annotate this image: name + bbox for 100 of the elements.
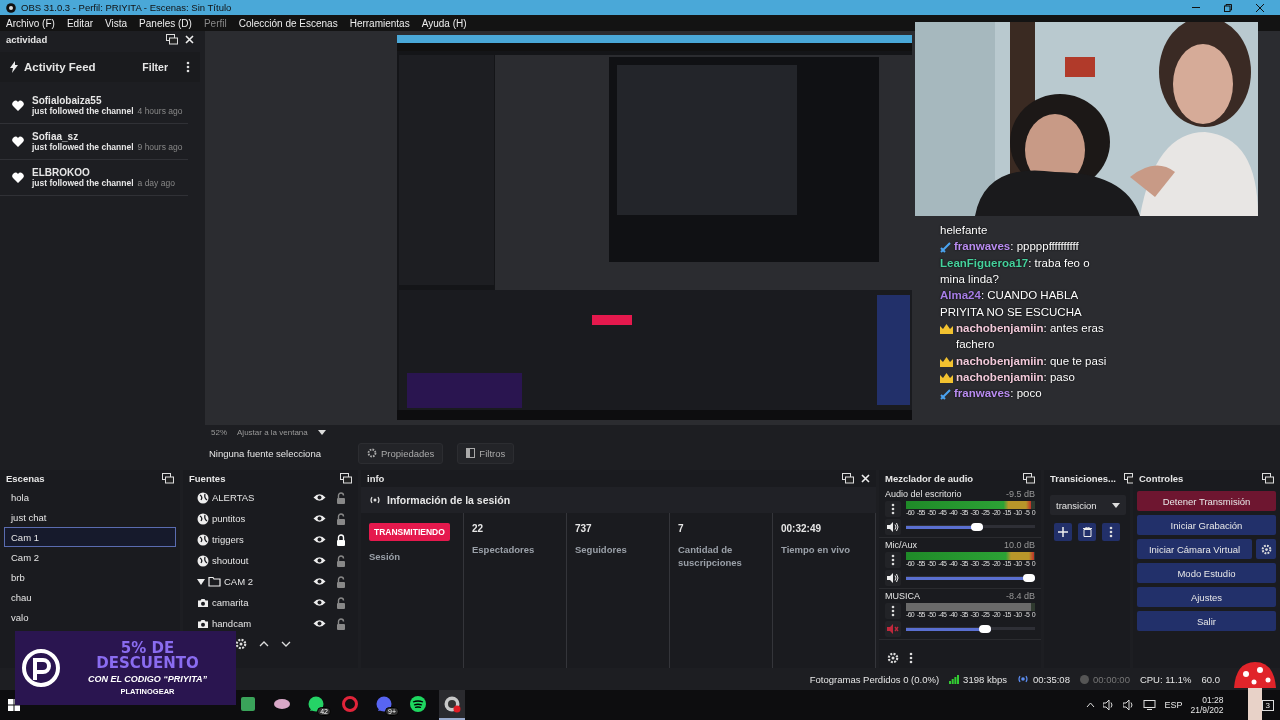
mute-button[interactable] bbox=[885, 570, 901, 586]
speaker-icon[interactable] bbox=[1103, 700, 1116, 710]
speaker-icon bbox=[887, 573, 899, 583]
unlock-icon[interactable] bbox=[336, 596, 346, 609]
float-icon[interactable] bbox=[162, 473, 174, 484]
gear-icon bbox=[367, 448, 377, 458]
close-icon[interactable] bbox=[1256, 3, 1264, 12]
more-icon[interactable] bbox=[186, 61, 190, 73]
notifications-button[interactable]: 3 bbox=[1261, 699, 1274, 711]
menu-item[interactable]: Archivo (F) bbox=[0, 17, 61, 29]
control-button[interactable]: Modo Estudio bbox=[1137, 563, 1276, 583]
transition-dropdown[interactable]: transicion bbox=[1050, 495, 1126, 515]
eye-icon[interactable] bbox=[313, 535, 326, 544]
settings-icon[interactable] bbox=[235, 638, 247, 650]
volume-slider[interactable] bbox=[906, 625, 1035, 633]
caret-down-icon bbox=[1112, 502, 1120, 508]
unlock-icon[interactable] bbox=[336, 491, 346, 504]
channel-menu-button[interactable] bbox=[885, 603, 901, 619]
globe-icon bbox=[197, 533, 209, 546]
menu-item[interactable]: Paneles (D) bbox=[133, 17, 198, 29]
filters-button[interactable]: Filtros bbox=[457, 442, 515, 464]
move-up-icon[interactable] bbox=[259, 641, 269, 647]
mixer-settings-icon[interactable] bbox=[887, 652, 899, 664]
channel-name: MUSICA bbox=[885, 591, 920, 601]
speaker-icon[interactable] bbox=[1123, 700, 1136, 710]
eye-icon[interactable] bbox=[313, 514, 326, 523]
stat-value: 737 bbox=[575, 523, 593, 534]
language-indicator[interactable]: ESP bbox=[1164, 700, 1183, 710]
properties-button[interactable]: Propiedades bbox=[358, 442, 444, 464]
menu-item[interactable]: Herramientas bbox=[343, 17, 416, 29]
float-icon[interactable] bbox=[340, 473, 352, 484]
channel-menu-button[interactable] bbox=[885, 552, 901, 568]
volume-reading: 10.0 dB bbox=[1003, 540, 1035, 550]
camera-icon bbox=[197, 597, 209, 608]
clock-time[interactable]: 01:28 bbox=[1202, 695, 1224, 705]
scene-item[interactable]: Cam 2 bbox=[4, 547, 176, 567]
source-item[interactable]: handcam bbox=[183, 613, 358, 634]
control-button[interactable]: Iniciar Grabación bbox=[1137, 515, 1276, 535]
eye-icon[interactable] bbox=[313, 577, 326, 586]
menu-item[interactable]: Editar bbox=[60, 17, 100, 29]
unlock-icon[interactable] bbox=[336, 512, 346, 525]
stop-stream-button[interactable]: Detener Transmisión bbox=[1137, 491, 1276, 511]
eye-icon[interactable] bbox=[313, 556, 326, 565]
dock-title: Fuentes bbox=[189, 473, 226, 484]
delete-button[interactable] bbox=[1078, 523, 1096, 541]
source-item[interactable]: ALERTAS bbox=[183, 487, 358, 508]
scene-item[interactable]: just chat bbox=[4, 507, 176, 527]
globe-icon bbox=[197, 554, 209, 567]
filter-icon bbox=[466, 448, 476, 458]
chevron-up-icon[interactable] bbox=[1086, 702, 1096, 708]
float-icon[interactable] bbox=[166, 34, 178, 45]
folder-icon bbox=[208, 576, 221, 587]
filter-button[interactable]: Filter bbox=[142, 61, 168, 73]
menu-item[interactable]: Colección de Escenas bbox=[232, 17, 344, 29]
float-icon[interactable] bbox=[1262, 473, 1274, 484]
feed-title: Activity Feed bbox=[24, 61, 97, 73]
volume-slider[interactable] bbox=[906, 574, 1035, 582]
eye-icon[interactable] bbox=[313, 598, 326, 607]
volume-slider[interactable] bbox=[906, 523, 1035, 531]
add-button[interactable] bbox=[1054, 523, 1072, 541]
control-button[interactable]: Iniciar Cámara Virtual bbox=[1137, 539, 1252, 559]
bitrate: 3198 kbps bbox=[963, 673, 1007, 685]
source-item[interactable]: CAM 2 bbox=[183, 571, 358, 592]
minimize-icon[interactable] bbox=[1192, 6, 1200, 9]
more-icon[interactable] bbox=[909, 652, 913, 664]
eye-icon[interactable] bbox=[313, 493, 326, 502]
unlock-icon[interactable] bbox=[336, 617, 346, 630]
more-button[interactable] bbox=[1102, 523, 1120, 541]
scene-item[interactable]: brb bbox=[4, 567, 176, 587]
eye-icon[interactable] bbox=[313, 619, 326, 628]
float-icon[interactable] bbox=[1023, 473, 1035, 484]
menu-item[interactable]: Vista bbox=[99, 17, 134, 29]
unlock-icon[interactable] bbox=[336, 575, 346, 588]
taskbar-button[interactable] bbox=[439, 690, 465, 720]
network-icon[interactable] bbox=[1143, 700, 1157, 710]
float-icon[interactable] bbox=[842, 473, 854, 484]
source-item[interactable]: triggers bbox=[183, 529, 358, 550]
settings-button[interactable] bbox=[1256, 539, 1276, 559]
source-item[interactable]: puntitos bbox=[183, 508, 358, 529]
channel-menu-button[interactable] bbox=[885, 501, 901, 517]
source-item[interactable]: camarita bbox=[183, 592, 358, 613]
clock-date[interactable]: 21/9/202 bbox=[1190, 705, 1224, 715]
mute-button[interactable] bbox=[885, 519, 901, 535]
restore-icon[interactable] bbox=[1224, 3, 1232, 12]
unlock-icon[interactable] bbox=[336, 554, 346, 567]
scene-item[interactable]: chau bbox=[4, 587, 176, 607]
chat-message: nachobenjamiin: que te pasi bbox=[956, 353, 1107, 369]
dock-title: Mezclador de audio bbox=[885, 473, 974, 484]
stat-value: 7 bbox=[678, 523, 685, 534]
scene-item[interactable]: valo bbox=[4, 607, 176, 627]
menu-item[interactable]: Ayuda (H) bbox=[415, 17, 473, 29]
control-button[interactable]: Salir bbox=[1137, 611, 1276, 631]
control-button[interactable]: Ajustes bbox=[1137, 587, 1276, 607]
move-down-icon[interactable] bbox=[281, 641, 291, 647]
scene-item[interactable]: Cam 1 bbox=[4, 527, 176, 547]
fit-dropdown[interactable]: Ajustar a la ventana bbox=[237, 427, 326, 437]
lock-icon[interactable] bbox=[336, 533, 346, 546]
source-item[interactable]: shoutout bbox=[183, 550, 358, 571]
caret-down-icon[interactable] bbox=[197, 578, 205, 585]
scene-item[interactable]: hola bbox=[4, 487, 176, 507]
